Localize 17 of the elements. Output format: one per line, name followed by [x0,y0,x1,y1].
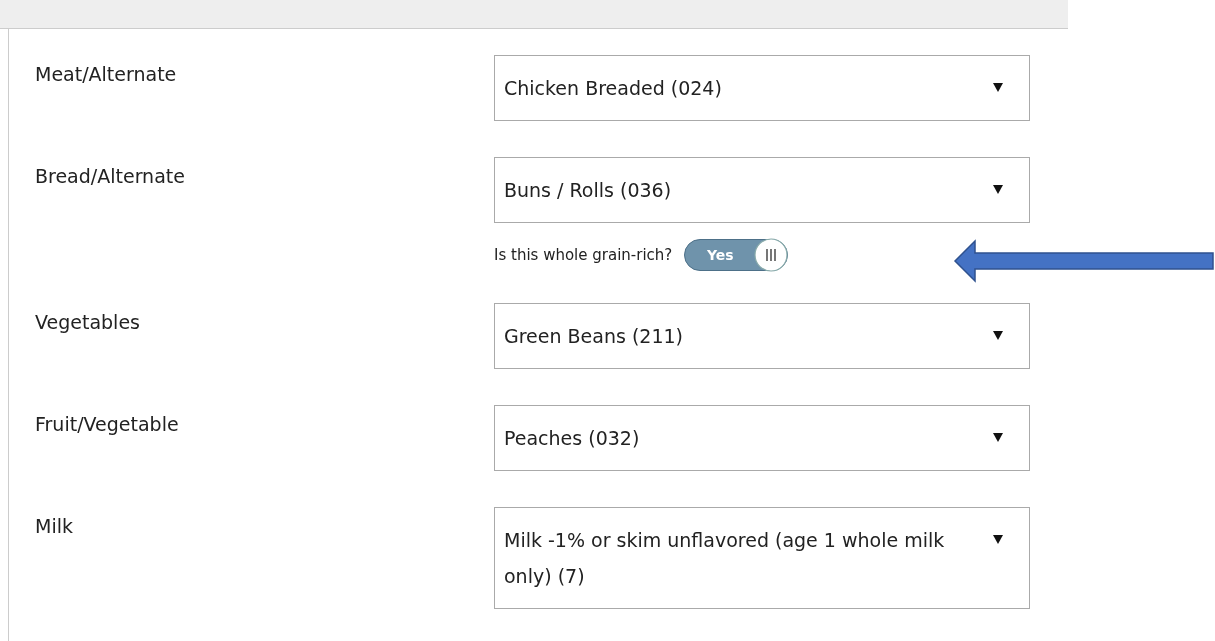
field-label: Milk [34,514,74,537]
caret-icon [993,331,1003,340]
field-label: Fruit/Vegetable [34,412,180,435]
caret-icon [993,185,1003,194]
field-label: Vegetables [34,310,141,333]
caret-icon [993,433,1003,442]
caret-icon [993,83,1003,92]
dropdown[interactable]: Buns / Rolls (036) [494,157,1030,223]
field-label: Meat/Alternate [34,62,178,85]
dropdown[interactable]: Milk -1% or skim unflavored (age 1 whole milk only) (7) [494,507,1030,609]
dropdown[interactable]: Green Beans (211) [494,303,1030,369]
toggle-question: Is this whole grain-rich? [494,246,673,264]
dropdown[interactable]: Peaches (032) [494,405,1030,471]
dropdown[interactable]: Chicken Breaded (024) [494,55,1030,121]
grip-icon [754,238,789,272]
field-label: Bread/Alternate [34,164,186,187]
caret-icon [993,535,1003,544]
